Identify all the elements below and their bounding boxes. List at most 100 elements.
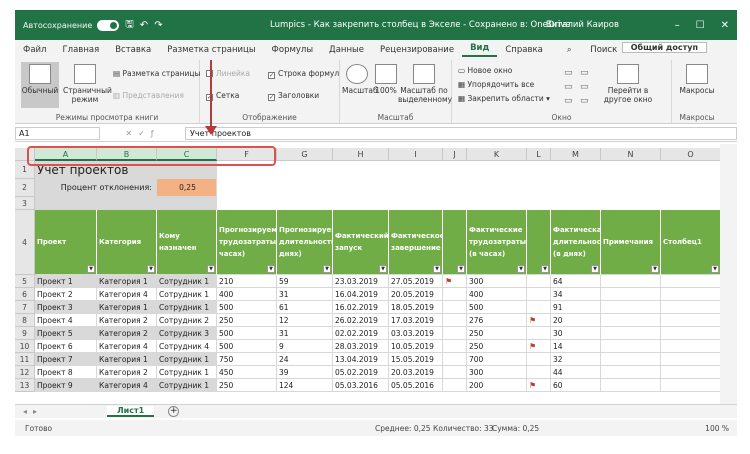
table-header-cell[interactable]: Фактическое завершение ▼ bbox=[389, 210, 443, 275]
table-cell[interactable]: 27.05.2019 bbox=[389, 275, 443, 288]
table-cell[interactable]: Сотрудник 1 bbox=[157, 366, 217, 379]
name-box[interactable]: A1 bbox=[15, 127, 100, 140]
table-cell[interactable]: Категория 4 bbox=[97, 288, 157, 301]
table-cell[interactable]: 500 bbox=[217, 340, 277, 353]
column-header[interactable]: L bbox=[527, 148, 551, 161]
table-header-cell[interactable]: Фактический запуск ▼ bbox=[333, 210, 389, 275]
table-cell[interactable] bbox=[527, 366, 551, 379]
table-header-cell[interactable]: Примечания ▼ bbox=[601, 210, 661, 275]
table-cell[interactable]: Категория 2 bbox=[97, 366, 157, 379]
table-cell[interactable]: 20.03.2019 bbox=[389, 366, 443, 379]
table-cell[interactable] bbox=[661, 288, 720, 301]
table-cell[interactable]: Сотрудник 1 bbox=[157, 301, 217, 314]
table-cell[interactable]: 124 bbox=[277, 379, 333, 392]
table-cell[interactable] bbox=[661, 301, 720, 314]
table-cell[interactable]: 31 bbox=[277, 288, 333, 301]
table-cell[interactable] bbox=[661, 353, 720, 366]
table-cell[interactable]: 300 bbox=[467, 366, 527, 379]
table-cell[interactable]: ⚑ bbox=[527, 340, 551, 353]
column-header[interactable]: I bbox=[389, 148, 443, 161]
add-sheet-icon[interactable]: + bbox=[168, 406, 180, 417]
autosave-toggle[interactable] bbox=[97, 19, 120, 31]
table-cell[interactable] bbox=[443, 353, 467, 366]
menu-file[interactable]: Файл bbox=[15, 45, 54, 55]
table-cell[interactable] bbox=[443, 327, 467, 340]
table-cell[interactable]: 12 bbox=[277, 314, 333, 327]
table-cell[interactable]: 39 bbox=[277, 366, 333, 379]
table-cell[interactable] bbox=[601, 301, 661, 314]
table-cell[interactable]: Проект 8 bbox=[35, 366, 97, 379]
table-cell[interactable]: 200 bbox=[467, 379, 527, 392]
row-header[interactable]: 6 bbox=[15, 288, 35, 301]
table-header-cell[interactable]: Фактическая длительность (в днях) ▼ bbox=[551, 210, 601, 275]
menu-formulas[interactable]: Формулы bbox=[264, 45, 322, 55]
page-break-view-button[interactable]: Страничный режим bbox=[63, 62, 112, 108]
share-button[interactable]: Общий доступ bbox=[621, 42, 707, 53]
table-cell[interactable]: 03.03.2019 bbox=[389, 327, 443, 340]
table-cell[interactable]: 500 bbox=[217, 301, 277, 314]
column-header[interactable]: J bbox=[443, 148, 467, 161]
table-header-cell[interactable]: Фактические трудозатраты (в часах) ▼ bbox=[467, 210, 527, 275]
deviation-value[interactable]: 0,25 bbox=[157, 179, 217, 197]
filter-dropdown-icon[interactable]: ▼ bbox=[517, 265, 525, 273]
table-cell[interactable]: Категория 4 bbox=[97, 340, 157, 353]
table-cell[interactable] bbox=[601, 275, 661, 288]
sheet-tab[interactable]: Лист1 bbox=[107, 406, 155, 417]
zoom-selection-button[interactable]: Масштаб по выделенному bbox=[398, 62, 452, 108]
macros-button[interactable]: Макросы bbox=[676, 62, 718, 108]
filter-dropdown-icon[interactable]: ▼ bbox=[87, 265, 95, 273]
save-icon[interactable]: 🖫 bbox=[125, 17, 134, 34]
user-name[interactable]: Виталий Каиров bbox=[546, 20, 619, 30]
column-header[interactable]: K bbox=[467, 148, 527, 161]
table-header-cell[interactable]: Прогнозируемая длительность (в днях) ▼ bbox=[277, 210, 333, 275]
table-cell[interactable]: 15.05.2019 bbox=[389, 353, 443, 366]
redo-icon[interactable]: ↷ bbox=[154, 20, 162, 31]
table-cell[interactable] bbox=[661, 366, 720, 379]
table-cell[interactable] bbox=[601, 366, 661, 379]
table-cell[interactable]: 250 bbox=[467, 327, 527, 340]
window-small-icons-2[interactable]: ▭ ▭ ▭ bbox=[580, 66, 589, 108]
table-cell[interactable]: Сотрудник 1 bbox=[157, 353, 217, 366]
table-cell[interactable]: 23.03.2019 bbox=[333, 275, 389, 288]
table-cell[interactable] bbox=[443, 301, 467, 314]
formula-input[interactable]: Учет проектов bbox=[185, 127, 737, 140]
table-cell[interactable]: 32 bbox=[551, 353, 601, 366]
table-cell[interactable]: Категория 1 bbox=[97, 301, 157, 314]
filter-dropdown-icon[interactable]: ▼ bbox=[147, 265, 155, 273]
table-cell[interactable]: Сотрудник 1 bbox=[157, 379, 217, 392]
table-cell[interactable] bbox=[527, 275, 551, 288]
filter-dropdown-icon[interactable]: ▼ bbox=[457, 265, 465, 273]
table-cell[interactable]: Категория 4 bbox=[97, 379, 157, 392]
table-header-cell[interactable]: Категория ▼ bbox=[97, 210, 157, 275]
table-cell[interactable]: ⚑ bbox=[527, 314, 551, 327]
table-cell[interactable]: Проект 9 bbox=[35, 379, 97, 392]
minimize-icon[interactable]: – bbox=[675, 20, 680, 31]
table-cell[interactable]: 210 bbox=[217, 275, 277, 288]
filter-dropdown-icon[interactable]: ▼ bbox=[323, 265, 331, 273]
table-cell[interactable] bbox=[527, 288, 551, 301]
table-cell[interactable]: 750 bbox=[217, 353, 277, 366]
row-header[interactable]: 3 bbox=[15, 197, 35, 210]
table-cell[interactable]: Проект 6 bbox=[35, 340, 97, 353]
filter-dropdown-icon[interactable]: ▼ bbox=[591, 265, 599, 273]
cancel-icon[interactable]: ✕ bbox=[125, 129, 138, 138]
table-cell[interactable]: ⚑ bbox=[443, 275, 467, 288]
table-cell[interactable]: ⚑ bbox=[527, 379, 551, 392]
table-cell[interactable]: 26.02.2019 bbox=[333, 314, 389, 327]
table-cell[interactable]: 05.05.2016 bbox=[389, 379, 443, 392]
menu-page-layout[interactable]: Разметка страницы bbox=[159, 45, 263, 55]
table-cell[interactable]: Проект 2 bbox=[35, 288, 97, 301]
table-cell[interactable]: 59 bbox=[277, 275, 333, 288]
table-cell[interactable]: 20 bbox=[551, 314, 601, 327]
table-cell[interactable] bbox=[443, 379, 467, 392]
table-cell[interactable]: 24 bbox=[277, 353, 333, 366]
table-cell[interactable]: 16.02.2019 bbox=[333, 301, 389, 314]
table-cell[interactable]: Сотрудник 3 bbox=[157, 327, 217, 340]
table-cell[interactable]: 18.05.2019 bbox=[389, 301, 443, 314]
table-cell[interactable] bbox=[527, 353, 551, 366]
row-header[interactable]: 5 bbox=[15, 275, 35, 288]
table-cell[interactable]: Категория 2 bbox=[97, 314, 157, 327]
table-cell[interactable]: 17.03.2019 bbox=[389, 314, 443, 327]
table-cell[interactable]: Сотрудник 4 bbox=[157, 340, 217, 353]
table-cell[interactable] bbox=[661, 314, 720, 327]
